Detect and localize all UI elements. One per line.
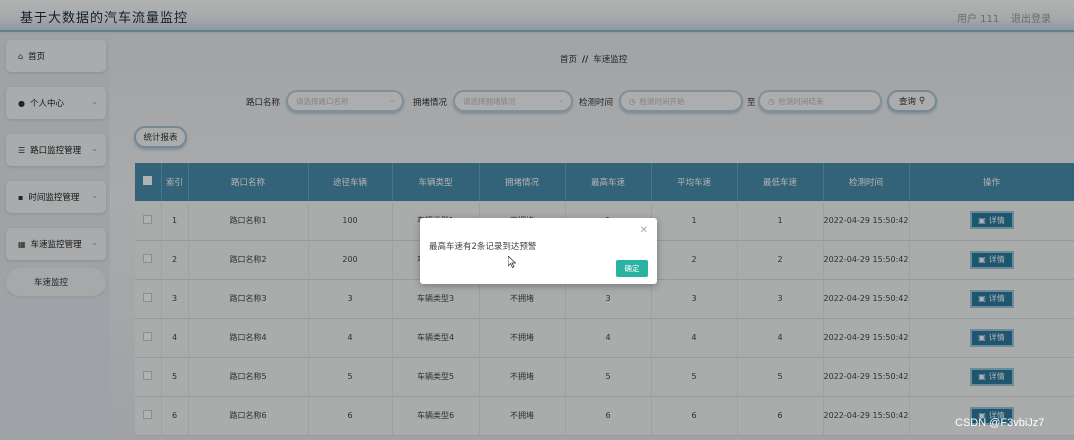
mouse-cursor-icon	[508, 256, 516, 268]
alert-message: 最高车速有2条记录到达预警	[429, 242, 537, 252]
confirm-button[interactable]: 确定	[616, 260, 648, 277]
watermark: CSDN @F3vbiJz7	[955, 417, 1045, 429]
close-icon[interactable]: ✕	[640, 225, 648, 236]
alert-dialog: ✕ 最高车速有2条记录到达预警 确定	[420, 218, 657, 284]
